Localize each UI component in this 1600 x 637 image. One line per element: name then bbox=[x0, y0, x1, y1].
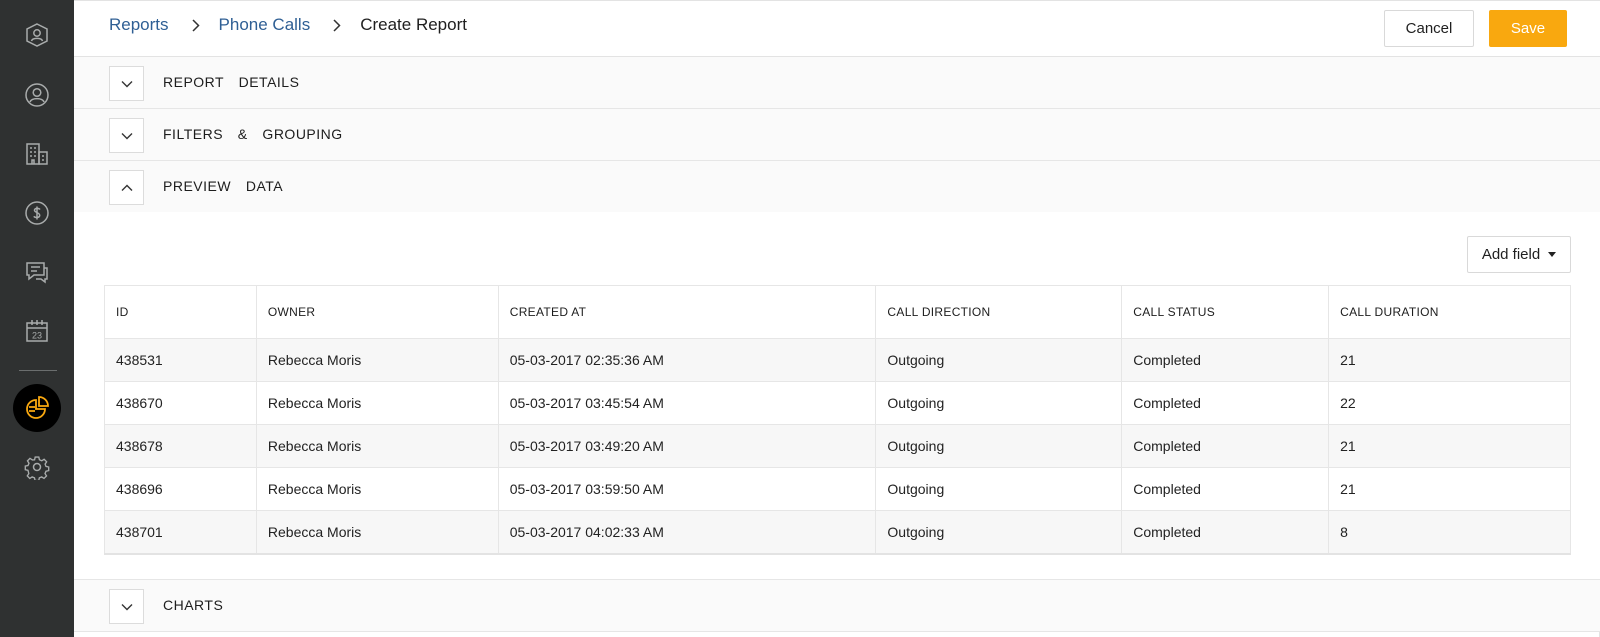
breadcrumb-reports[interactable]: Reports bbox=[109, 15, 169, 35]
cell-owner: Rebecca Moris bbox=[255, 510, 499, 555]
preview-panel: Add field ID OWNER CREATED AT CALL DIREC… bbox=[74, 212, 1600, 580]
chevron-down-icon bbox=[121, 603, 132, 610]
save-button[interactable]: Save bbox=[1489, 10, 1567, 47]
collapse-preview-button[interactable] bbox=[109, 170, 144, 205]
nav-calendar[interactable]: 23 bbox=[13, 307, 61, 355]
user-icon bbox=[25, 83, 49, 107]
section-charts: CHARTS bbox=[74, 580, 1600, 632]
sidebar: 23 bbox=[0, 0, 74, 637]
cell-id: 438678 bbox=[104, 424, 257, 468]
nav-settings[interactable] bbox=[13, 443, 61, 491]
cell-call-direction: Outgoing bbox=[875, 424, 1123, 468]
nav-deals[interactable] bbox=[13, 189, 61, 237]
nav-companies[interactable] bbox=[13, 130, 61, 178]
section-report-details: REPORT DETAILS bbox=[74, 57, 1600, 109]
chevron-down-icon bbox=[121, 80, 132, 87]
cell-call-status: Completed bbox=[1121, 467, 1330, 511]
breadcrumb: Reports Phone Calls Create Report bbox=[109, 15, 467, 35]
column-header[interactable]: CALL DURATION bbox=[1328, 285, 1571, 339]
column-header[interactable]: CREATED AT bbox=[497, 285, 877, 339]
cell-call-direction: Outgoing bbox=[875, 338, 1123, 382]
section-filters-grouping: FILTERS & GROUPING bbox=[74, 109, 1600, 161]
cell-id: 438696 bbox=[104, 467, 257, 511]
cell-call-direction: Outgoing bbox=[875, 510, 1123, 555]
cell-call-duration: 21 bbox=[1328, 424, 1571, 468]
cell-owner: Rebecca Moris bbox=[255, 338, 499, 382]
calendar-icon: 23 bbox=[26, 320, 48, 342]
building-icon bbox=[26, 143, 48, 165]
cell-created-at: 05-03-2017 03:59:50 AM bbox=[497, 467, 877, 511]
expand-charts-button[interactable] bbox=[109, 589, 144, 624]
cell-call-duration: 8 bbox=[1328, 510, 1571, 555]
cell-created-at: 05-03-2017 03:45:54 AM bbox=[497, 381, 877, 425]
cell-owner: Rebecca Moris bbox=[255, 381, 499, 425]
caret-down-icon bbox=[1548, 252, 1557, 257]
cell-call-duration: 21 bbox=[1328, 467, 1571, 511]
cell-created-at: 05-03-2017 04:02:33 AM bbox=[497, 510, 877, 555]
main-content: Reports Phone Calls Create Report Cancel… bbox=[74, 0, 1600, 637]
section-preview-data: PREVIEW DATA bbox=[74, 161, 1600, 213]
table-row: 438696 Rebecca Moris 05-03-2017 03:59:50… bbox=[104, 467, 1571, 511]
chat-icon bbox=[26, 262, 48, 284]
cell-call-status: Completed bbox=[1121, 424, 1330, 468]
cell-call-status: Completed bbox=[1121, 510, 1330, 555]
nav-reports[interactable] bbox=[13, 384, 61, 432]
cell-owner: Rebecca Moris bbox=[255, 424, 499, 468]
column-header[interactable]: CALL DIRECTION bbox=[875, 285, 1123, 339]
section-title: PREVIEW DATA bbox=[163, 178, 284, 194]
gear-icon bbox=[24, 456, 50, 480]
cell-call-direction: Outgoing bbox=[875, 381, 1123, 425]
chevron-right-icon bbox=[192, 17, 202, 33]
page-title: Create Report bbox=[360, 15, 467, 34]
dollar-icon bbox=[25, 201, 49, 225]
cell-created-at: 05-03-2017 03:49:20 AM bbox=[497, 424, 877, 468]
preview-table: ID OWNER CREATED AT CALL DIRECTION CALL … bbox=[104, 285, 1571, 555]
section-title: FILTERS & GROUPING bbox=[163, 126, 343, 142]
chevron-down-icon bbox=[121, 132, 132, 139]
expand-filters-button[interactable] bbox=[109, 118, 144, 153]
reports-pie-icon bbox=[26, 396, 49, 419]
cell-call-duration: 22 bbox=[1328, 381, 1571, 425]
cell-call-status: Completed bbox=[1121, 338, 1330, 382]
cancel-button[interactable]: Cancel bbox=[1384, 10, 1474, 47]
nav-contacts[interactable] bbox=[13, 71, 61, 119]
table-row: 438670 Rebecca Moris 05-03-2017 03:45:54… bbox=[104, 381, 1571, 425]
cell-id: 438531 bbox=[104, 338, 257, 382]
cell-created-at: 05-03-2017 02:35:36 AM bbox=[497, 338, 877, 382]
user-shield-icon bbox=[26, 23, 48, 47]
table-row: 438531 Rebecca Moris 05-03-2017 02:35:36… bbox=[104, 338, 1571, 382]
chevron-up-icon bbox=[121, 184, 132, 191]
cell-id: 438670 bbox=[104, 381, 257, 425]
section-title: CHARTS bbox=[163, 597, 224, 613]
cell-call-duration: 21 bbox=[1328, 338, 1571, 382]
cell-id: 438701 bbox=[104, 510, 257, 555]
calendar-day: 23 bbox=[32, 331, 42, 341]
add-field-dropdown[interactable]: Add field bbox=[1467, 236, 1571, 273]
table-header-row: ID OWNER CREATED AT CALL DIRECTION CALL … bbox=[104, 285, 1571, 339]
column-header[interactable]: ID bbox=[104, 285, 257, 339]
column-header[interactable]: CALL STATUS bbox=[1121, 285, 1330, 339]
table-row: 438678 Rebecca Moris 05-03-2017 03:49:20… bbox=[104, 424, 1571, 468]
cell-owner: Rebecca Moris bbox=[255, 467, 499, 511]
nav-messages[interactable] bbox=[13, 248, 61, 296]
sidebar-divider bbox=[19, 370, 57, 371]
chevron-right-icon bbox=[333, 17, 343, 33]
table-row: 438701 Rebecca Moris 05-03-2017 04:02:33… bbox=[104, 510, 1571, 555]
section-title: REPORT DETAILS bbox=[163, 74, 300, 90]
breadcrumb-phone-calls[interactable]: Phone Calls bbox=[219, 15, 311, 35]
column-header[interactable]: OWNER bbox=[255, 285, 499, 339]
cell-call-status: Completed bbox=[1121, 381, 1330, 425]
nav-user-shield[interactable] bbox=[13, 11, 61, 59]
expand-report-details-button[interactable] bbox=[109, 66, 144, 101]
cell-call-direction: Outgoing bbox=[875, 467, 1123, 511]
top-bar: Reports Phone Calls Create Report Cancel… bbox=[74, 0, 1600, 57]
add-field-label: Add field bbox=[1481, 246, 1541, 263]
